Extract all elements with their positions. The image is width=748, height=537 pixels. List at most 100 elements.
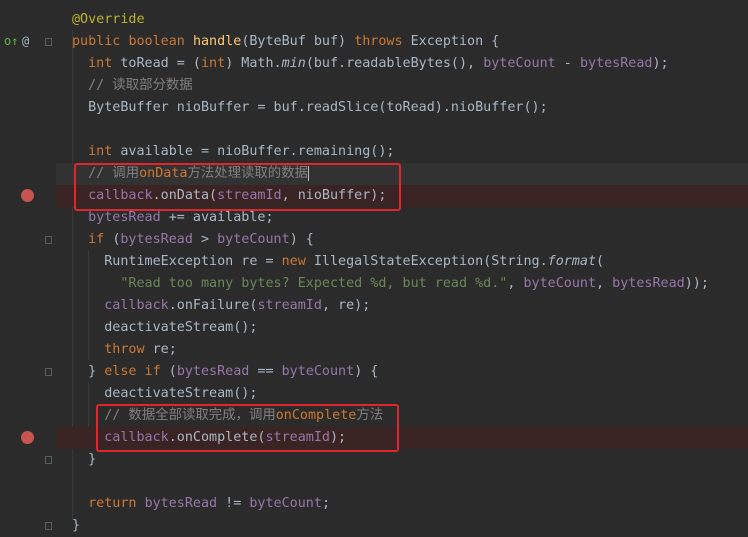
breakpoint-icon[interactable] — [21, 431, 34, 444]
code-line[interactable]: } — [56, 449, 748, 471]
code-token: bytesRead — [612, 276, 685, 291]
code-line-text: throw re; — [72, 339, 177, 361]
code-token: throw — [72, 342, 153, 357]
code-token: int — [201, 56, 226, 71]
code-token: ) Math. — [225, 56, 282, 71]
code-token: // 读取部分数据 — [72, 78, 193, 93]
code-token: ByteBuffer nioBuffer = buf.readSlice(toR… — [72, 100, 548, 115]
code-token: IllegalStateException(String. — [313, 254, 548, 269]
code-token: else if — [104, 364, 169, 379]
editor-gutter[interactable]: o↑ @ — [0, 0, 56, 535]
code-token: deactivateStream(); — [72, 320, 258, 335]
code-token: return — [72, 496, 145, 511]
code-token: ( — [168, 364, 177, 379]
code-token: toRead = ( — [120, 56, 201, 71]
code-line-text: deactivateStream(); — [72, 317, 257, 339]
code-line[interactable]: deactivateStream(); — [56, 383, 748, 405]
fold-marker-icon[interactable] — [45, 38, 52, 46]
code-line-text: if (bytesRead > byteCount) { — [72, 229, 314, 251]
code-token: @Override — [72, 12, 145, 27]
code-token: ( — [596, 254, 605, 269]
code-line[interactable]: public boolean handle(ByteBuf buf) throw… — [56, 31, 748, 53]
code-line[interactable]: } else if (bytesRead == byteCount) { — [56, 361, 748, 383]
fold-marker-icon[interactable] — [45, 368, 52, 376]
code-token: ; — [321, 496, 330, 511]
code-token: new — [281, 254, 314, 269]
code-token: bytesRead — [176, 364, 250, 379]
code-line[interactable]: callback.onFailure(streamId, re); — [56, 295, 748, 317]
code-token: "Read too many bytes? Expected %d, but r… — [72, 276, 508, 291]
code-line[interactable]: return bytesRead != byteCount; — [56, 493, 748, 515]
code-line[interactable] — [56, 119, 748, 141]
override-implementing-icon[interactable]: o↑ — [4, 34, 18, 48]
fold-marker-icon[interactable] — [45, 456, 52, 464]
breakpoint-icon[interactable] — [21, 189, 34, 202]
code-line-text: ByteBuffer nioBuffer = buf.readSlice(toR… — [72, 97, 548, 119]
code-line[interactable]: RuntimeException re = new IllegalStateEx… — [56, 251, 748, 273]
code-token: , re); — [321, 298, 371, 313]
code-line-text: int toRead = (int) Math.min(buf.readable… — [72, 53, 669, 75]
code-token: - — [555, 56, 580, 71]
code-token: min — [281, 56, 306, 71]
code-token: .onFailure( — [168, 298, 258, 313]
code-line[interactable]: int toRead = (int) Math.min(buf.readable… — [56, 53, 748, 75]
code-token: (buf.readableBytes(), — [305, 56, 484, 71]
code-line[interactable]: "Read too many bytes? Expected %d, but r… — [56, 273, 748, 295]
code-token: == — [249, 364, 282, 379]
code-line[interactable]: ByteBuffer nioBuffer = buf.readSlice(toR… — [56, 97, 748, 119]
code-token: if — [72, 232, 113, 247]
code-token: byteCount — [523, 276, 597, 291]
fold-marker-icon[interactable] — [45, 522, 52, 530]
code-line-text: } — [72, 515, 80, 537]
code-line-text: return bytesRead != byteCount; — [72, 493, 330, 515]
code-token: != — [217, 496, 250, 511]
code-token: bytesRead — [120, 232, 193, 247]
code-token: Exception { — [410, 34, 500, 49]
code-line-text: @Override — [72, 9, 145, 31]
code-line-text: // 读取部分数据 — [72, 75, 193, 97]
code-line-text: "Read too many bytes? Expected %d, but r… — [72, 273, 709, 295]
highlight-box-ondata — [74, 163, 401, 211]
code-token: , — [596, 276, 613, 291]
code-line[interactable]: deactivateStream(); — [56, 317, 748, 339]
code-line[interactable]: if (bytesRead > byteCount) { — [56, 229, 748, 251]
code-token: bytesRead — [579, 56, 653, 71]
code-line[interactable]: throw re; — [56, 339, 748, 361]
code-line[interactable] — [56, 471, 748, 493]
annotation-at-icon[interactable]: @ — [22, 34, 29, 48]
code-token: += available; — [160, 210, 274, 225]
code-line[interactable]: // 读取部分数据 — [56, 75, 748, 97]
code-token: handle — [192, 34, 242, 49]
code-token: available = nioBuffer.remaining(); — [120, 144, 395, 159]
highlight-box-oncomplete — [96, 404, 399, 452]
code-line-text: int available = nioBuffer.remaining(); — [72, 141, 394, 163]
code-token: (ByteBuf buf) — [241, 34, 355, 49]
code-line-text: deactivateStream(); — [72, 383, 257, 405]
code-token: byteCount — [483, 56, 556, 71]
code-token: re; — [152, 342, 177, 357]
code-editor[interactable]: @Override public boolean handle(ByteBuf b… — [56, 0, 748, 535]
code-token: byteCount — [281, 364, 355, 379]
code-line-text: } — [72, 449, 96, 471]
code-token: bytesRead — [144, 496, 218, 511]
code-line[interactable]: @Override — [56, 9, 748, 31]
code-token: byteCount — [249, 496, 322, 511]
fold-marker-icon[interactable] — [45, 236, 52, 244]
code-line-text: callback.onFailure(streamId, re); — [72, 295, 370, 317]
code-token: ); — [652, 56, 669, 71]
code-line-text: RuntimeException re = new IllegalStateEx… — [72, 251, 604, 273]
code-token: ) { — [354, 364, 379, 379]
code-line[interactable]: int available = nioBuffer.remaining(); — [56, 141, 748, 163]
code-token: } — [72, 364, 105, 379]
code-token: callback — [72, 298, 169, 313]
code-token: ) { — [289, 232, 314, 247]
code-line[interactable]: } — [56, 515, 748, 537]
code-token: > — [192, 232, 218, 247]
code-line-text: } else if (bytesRead == byteCount) { — [72, 361, 378, 383]
code-token: RuntimeException re = — [72, 254, 282, 269]
code-line-text: public boolean handle(ByteBuf buf) throw… — [72, 31, 499, 53]
code-token: boolean — [128, 34, 193, 49]
code-token: , — [507, 276, 524, 291]
code-token: throws — [354, 34, 411, 49]
code-token: streamId — [257, 298, 322, 313]
